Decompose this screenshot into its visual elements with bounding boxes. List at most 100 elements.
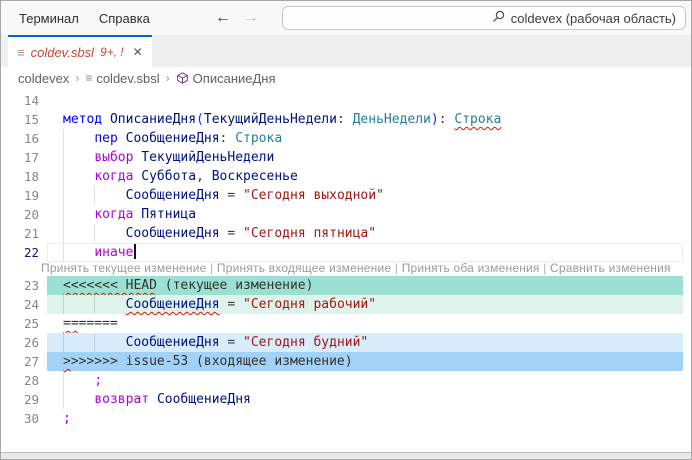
code-token: СообщениеДня xyxy=(157,392,251,407)
code-line: 20 когда Пятница xyxy=(1,205,691,224)
codelens-action-3[interactable]: Принять оба изменения xyxy=(402,262,540,275)
code-token: ( xyxy=(196,112,204,127)
codelens-action-1[interactable]: Принять текущее изменение xyxy=(41,262,206,275)
code-token: метод xyxy=(63,112,110,127)
code-line: 28 ; xyxy=(1,371,691,390)
breadcrumb-item-1[interactable]: coldevex xyxy=(18,71,69,86)
indent-guide xyxy=(63,205,64,224)
indent-guide xyxy=(63,224,64,243)
code-token: : xyxy=(439,112,455,127)
code-token: СообщениеДня xyxy=(126,131,220,146)
codelens-action-4[interactable]: Сравнить изменения xyxy=(550,262,671,275)
text-cursor xyxy=(134,243,136,259)
code-line: 26 СообщениеДня = "Сегодня будний" xyxy=(1,333,691,352)
code-token: = xyxy=(220,188,243,203)
vscode-window: ТерминалСправка ← → coldevex (рабочая об… xyxy=(0,0,692,460)
code-line: 14 xyxy=(1,91,691,110)
code-token: СообщениеДня xyxy=(126,188,220,203)
code-line-content[interactable]: СообщениеДня = "Сегодня выходной" xyxy=(47,186,683,205)
codelens-separator: | xyxy=(391,262,401,275)
line-number: 17 xyxy=(1,148,47,167)
code-line-content[interactable]: когда Суббота, Воскресенье xyxy=(47,167,683,186)
code-line-content[interactable]: выбор ТекущийДеньНедели xyxy=(47,148,683,167)
code-token: ===== xyxy=(79,316,118,331)
indent-guide xyxy=(63,371,64,390)
breadcrumb-item-3[interactable]: ОписаниеДня xyxy=(176,71,276,86)
menu-item-справка[interactable]: Справка xyxy=(89,1,160,35)
breadcrumb-item-2[interactable]: ≡ coldev.sbsl xyxy=(85,71,159,86)
code-line: 27>>>>>>> issue-53 (входящее изменение) xyxy=(1,352,691,371)
code-line-content[interactable]: ; xyxy=(47,371,683,390)
code-line: 19 СообщениеДня = "Сегодня выходной" xyxy=(1,186,691,205)
code-editor: 1415метод ОписаниеДня(ТекущийДеньНедели:… xyxy=(1,89,691,428)
code-token: иначе xyxy=(94,245,133,260)
indent-guide xyxy=(63,148,64,167)
code-line-content[interactable]: возврат СообщениеДня xyxy=(47,390,683,409)
close-icon[interactable]: ✕ xyxy=(133,45,143,59)
code-line: 25======= xyxy=(1,314,691,333)
indent-guide xyxy=(94,224,95,243)
codelens-separator: | xyxy=(206,262,216,275)
file-lines-icon: ≡ xyxy=(17,46,25,59)
code-line-content[interactable]: пер СообщениеДня: Строка xyxy=(47,129,683,148)
code-token: "Сегодня пятница" xyxy=(243,226,376,241)
breadcrumb-label: coldevex xyxy=(18,71,69,86)
command-center-search[interactable]: coldevex (рабочая область) xyxy=(282,6,686,30)
merge-codelens-actions: Принять текущее изменение | Принять вход… xyxy=(1,262,691,276)
code-line-content[interactable]: >>>>>>> issue-53 (входящее изменение) xyxy=(47,352,683,371)
code-line-content[interactable]: СообщениеДня = "Сегодня будний" xyxy=(47,333,683,352)
indent-guide xyxy=(63,295,64,314)
code-line-content[interactable]: СообщениеДня = "Сегодня пятница" xyxy=(47,224,683,243)
code-token: Суббота xyxy=(141,169,196,184)
line-number: 27 xyxy=(1,352,47,371)
code-line-content[interactable]: метод ОписаниеДня(ТекущийДеньНедели: Ден… xyxy=(47,110,683,129)
code-token: (текущее изменение) xyxy=(157,278,314,293)
search-icon xyxy=(492,10,505,26)
indent-guide xyxy=(63,167,64,186)
line-number: 28 xyxy=(1,371,47,390)
indent-guide xyxy=(94,333,95,352)
code-token: = xyxy=(220,226,243,241)
code-token: = xyxy=(220,335,243,350)
code-token: >>>>>> issue-53 (входящее изменение) xyxy=(71,354,353,369)
breadcrumb-separator-icon: › xyxy=(164,71,172,85)
code-token: Строка xyxy=(235,131,282,146)
line-number: 14 xyxy=(1,91,47,110)
code-line-content[interactable]: СообщениеДня = "Сегодня рабочий" xyxy=(47,295,683,314)
indent-guide xyxy=(63,333,64,352)
forward-arrow-icon[interactable]: → xyxy=(243,9,259,27)
code-line-content[interactable]: иначе xyxy=(47,243,683,262)
code-token: ; xyxy=(63,411,71,426)
title-bar: ТерминалСправка ← → coldevex (рабочая об… xyxy=(1,1,691,35)
tab-strip: ≡ coldev.sbsl 9+, ! ✕ xyxy=(1,35,691,67)
codelens-action-2[interactable]: Принять входящее изменение xyxy=(217,262,391,275)
tab-coldev-sbsl[interactable]: ≡ coldev.sbsl 9+, ! ✕ xyxy=(8,35,152,67)
tab-problems-badge: 9+, ! xyxy=(100,45,124,59)
breadcrumb-label: coldev.sbsl xyxy=(96,71,159,86)
indent-guide xyxy=(63,129,64,148)
code-line-content[interactable] xyxy=(47,91,683,110)
indent-guide xyxy=(94,295,95,314)
code-token: = xyxy=(220,297,243,312)
line-number: 29 xyxy=(1,390,47,409)
code-token: : xyxy=(337,112,353,127)
code-line-content[interactable]: ======= xyxy=(47,314,683,333)
code-line-content[interactable]: когда Пятница xyxy=(47,205,683,224)
menu-item-терминал[interactable]: Терминал xyxy=(9,1,89,35)
code-line-content[interactable]: <<<<<<< HEAD (текущее изменение) xyxy=(47,276,683,295)
symbol-cube-icon xyxy=(176,71,189,86)
code-token: СообщениеДня xyxy=(126,297,220,312)
code-line: 18 когда Суббота, Воскресенье xyxy=(1,167,691,186)
menu-bar: ТерминалСправка xyxy=(9,1,160,35)
code-line-content[interactable]: ; xyxy=(47,409,683,428)
indent-guide xyxy=(63,186,64,205)
breadcrumb-separator-icon: › xyxy=(73,71,81,85)
current-line-highlight xyxy=(47,243,683,262)
code-token: выбор xyxy=(94,150,141,165)
code-line: 22 иначе xyxy=(1,243,691,262)
breadcrumb: coldevex › ≡ coldev.sbsl › ОписаниеДня xyxy=(1,67,691,89)
indent-guide xyxy=(63,390,64,409)
back-arrow-icon[interactable]: ← xyxy=(215,9,231,27)
code-line: 16 пер СообщениеДня: Строка xyxy=(1,129,691,148)
file-lines-icon: ≡ xyxy=(85,72,92,84)
